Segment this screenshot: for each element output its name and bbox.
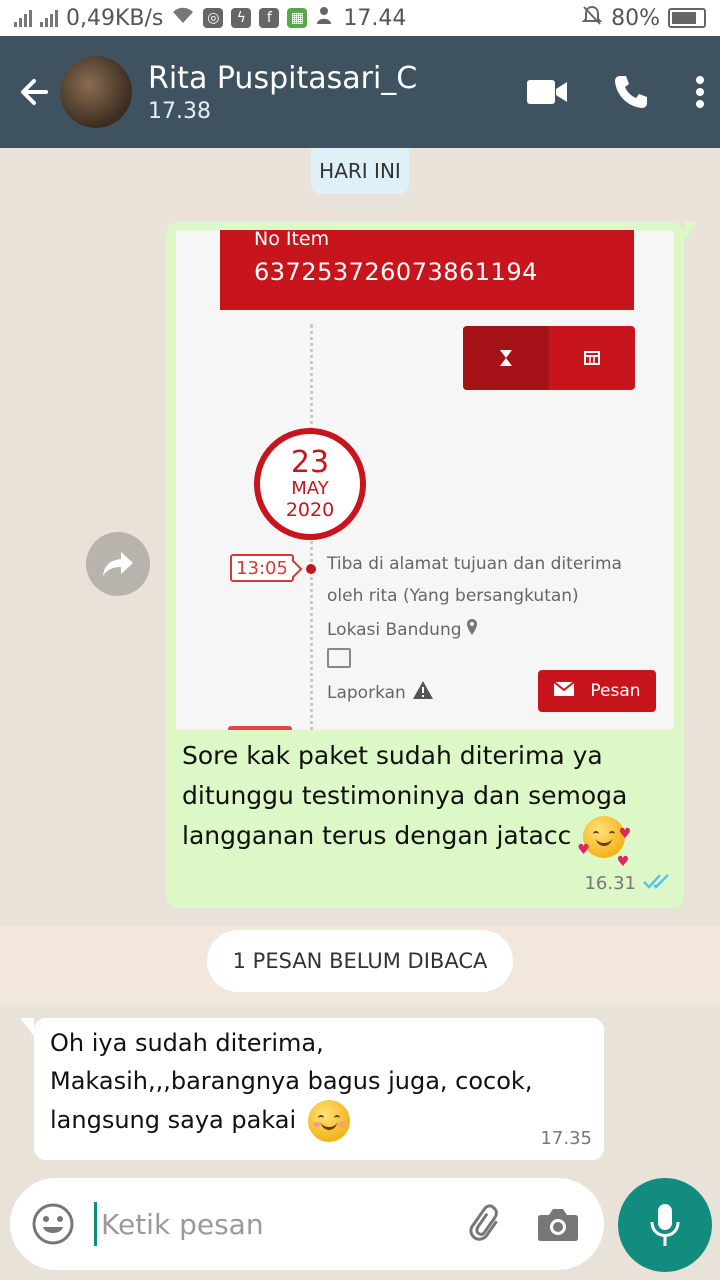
incoming-text-line: Oh iya sudah diterima, (50, 1029, 324, 1057)
signal-icon (14, 9, 32, 27)
envelope-icon (553, 680, 576, 702)
chat-area[interactable]: HARI INI No Item 637253726073861194 23 M… (0, 148, 720, 1170)
date-badge: 23 MAY 2020 (254, 428, 366, 540)
timeline-dot (306, 564, 316, 574)
gallery-icon: ▦ (287, 8, 308, 28)
date-month: MAY (291, 478, 329, 499)
pesan-button: Pesan (538, 670, 656, 712)
warning-icon (412, 680, 434, 705)
date-year: 2020 (285, 499, 335, 521)
outgoing-text-line: Sore kak paket sudah diterima ya (182, 741, 603, 770)
outgoing-text-line: ditunggu testimoninya dan semoga (182, 781, 628, 810)
messenger-icon: ϟ (231, 8, 252, 28)
mic-button[interactable] (618, 1178, 712, 1272)
event-line-1: Tiba di alamat tujuan dan diterima (327, 554, 622, 574)
view-toggle (463, 326, 635, 390)
status-time: 17.44 (343, 5, 407, 31)
more-vertical-icon[interactable] (680, 57, 720, 127)
day-chip: HARI INI (311, 148, 409, 194)
event-report: Laporkan (327, 680, 434, 705)
back-arrow-icon[interactable] (4, 62, 64, 122)
incoming-text-line: langsung saya pakai (50, 1100, 570, 1142)
attachment-icon[interactable] (456, 1194, 516, 1254)
image-icon (327, 648, 351, 668)
item-label: No Item (254, 230, 330, 250)
status-left: 0,49KB/s ◎ ϟ f ▦ 17.44 (14, 5, 406, 31)
location-text: Lokasi Bandung (327, 619, 462, 640)
facebook-icon: f (259, 8, 280, 28)
event-location: Lokasi Bandung (327, 618, 478, 641)
status-right: 80% (581, 4, 706, 32)
emoji-icon[interactable] (30, 1201, 76, 1247)
outgoing-text-line: langganan terus dengan jatacc ♥ ♥ ♥ (182, 816, 662, 870)
person-icon (315, 5, 335, 31)
camera-icon[interactable] (528, 1194, 588, 1254)
report-text: Laporkan (327, 682, 406, 703)
event-line-2: oleh rita (Yang bersangkutan) (327, 586, 579, 606)
event-time: 13:05 (230, 554, 294, 582)
calendar-icon (549, 326, 635, 390)
map-pin-icon (466, 618, 478, 641)
net-speed: 0,49KB/s (66, 5, 164, 31)
battery-percent: 80% (611, 5, 660, 31)
battery-icon (668, 8, 706, 28)
phone-call-icon[interactable] (596, 57, 666, 127)
chat-header: Rita Puspitasari_C 17.38 (0, 36, 720, 148)
forward-icon[interactable] (86, 532, 150, 596)
outgoing-meta: 16.31 (584, 872, 674, 895)
date-day: 23 (290, 445, 330, 480)
wifi-icon (171, 5, 195, 31)
pesan-label: Pesan (590, 681, 641, 701)
item-header: No Item 637253726073861194 (220, 230, 634, 310)
hourglass-icon (463, 326, 549, 390)
unread-banner: 1 PESAN BELUM DIBACA (207, 930, 513, 992)
status-bar: 0,49KB/s ◎ ϟ f ▦ 17.44 80% (0, 0, 720, 36)
contact-name: Rita Puspitasari_C (148, 60, 418, 96)
avatar[interactable] (60, 56, 132, 128)
tracking-screenshot[interactable]: No Item 637253726073861194 23 MAY 2020 1… (176, 230, 674, 730)
mute-icon (581, 4, 603, 32)
outgoing-message[interactable]: No Item 637253726073861194 23 MAY 2020 1… (166, 222, 698, 908)
smiling-face-with-hearts-icon: ♥ ♥ ♥ (577, 816, 631, 870)
mic-icon (650, 1204, 680, 1246)
incoming-text-line: langsung saya pakai (50, 1106, 297, 1134)
outgoing-text: Sore kak paket sudah diterima ya ditungg… (182, 736, 662, 870)
incoming-text: Oh iya sudah diterima, Makasih,,,barangn… (50, 1024, 570, 1142)
message-composer (10, 1178, 604, 1270)
contact-info[interactable]: Rita Puspitasari_C 17.38 (148, 61, 512, 124)
outgoing-text-line: langganan terus dengan jatacc (182, 821, 572, 850)
message-input[interactable] (94, 1202, 456, 1246)
contact-last-seen: 17.38 (148, 98, 211, 124)
signal-icon (40, 9, 58, 27)
incoming-text-line: Makasih,,,barangnya bagus juga, cocok, (50, 1067, 533, 1095)
next-time-tag (228, 726, 292, 730)
smiling-face-icon (307, 1100, 350, 1142)
video-call-icon[interactable] (512, 57, 582, 127)
outgoing-time: 16.31 (584, 873, 636, 894)
incoming-time: 17.35 (540, 1128, 592, 1149)
item-number: 637253726073861194 (254, 258, 538, 286)
incoming-message[interactable]: Oh iya sudah diterima, Makasih,,,barangn… (20, 1018, 604, 1160)
instagram-icon: ◎ (203, 8, 224, 28)
double-check-icon (642, 872, 674, 895)
